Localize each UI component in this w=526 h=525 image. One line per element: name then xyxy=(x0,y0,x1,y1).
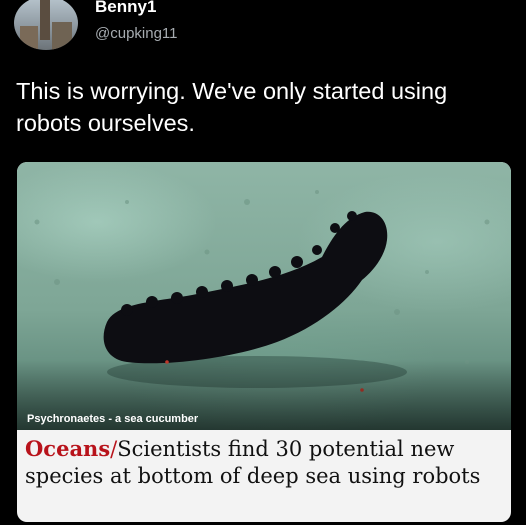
avatar-building xyxy=(52,22,72,50)
article-headline[interactable]: Oceans/Scientists find 30 potential new … xyxy=(25,435,505,490)
author-name[interactable]: Benny1 xyxy=(95,0,156,17)
section-label[interactable]: Oceans xyxy=(25,436,110,461)
author-avatar[interactable] xyxy=(14,0,78,50)
news-card[interactable]: Psychronaetes - a sea cucumber Oceans/Sc… xyxy=(17,162,511,522)
tweet-text: This is worrying. We've only started usi… xyxy=(16,78,448,136)
image-caption: Psychronaetes - a sea cucumber xyxy=(27,413,199,425)
sea-cucumber-body xyxy=(103,211,388,364)
avatar-building xyxy=(20,26,38,50)
avatar-tower xyxy=(40,0,50,40)
author-handle[interactable]: @cupking11 xyxy=(95,25,178,42)
sea-cucumber-photo xyxy=(17,162,511,430)
